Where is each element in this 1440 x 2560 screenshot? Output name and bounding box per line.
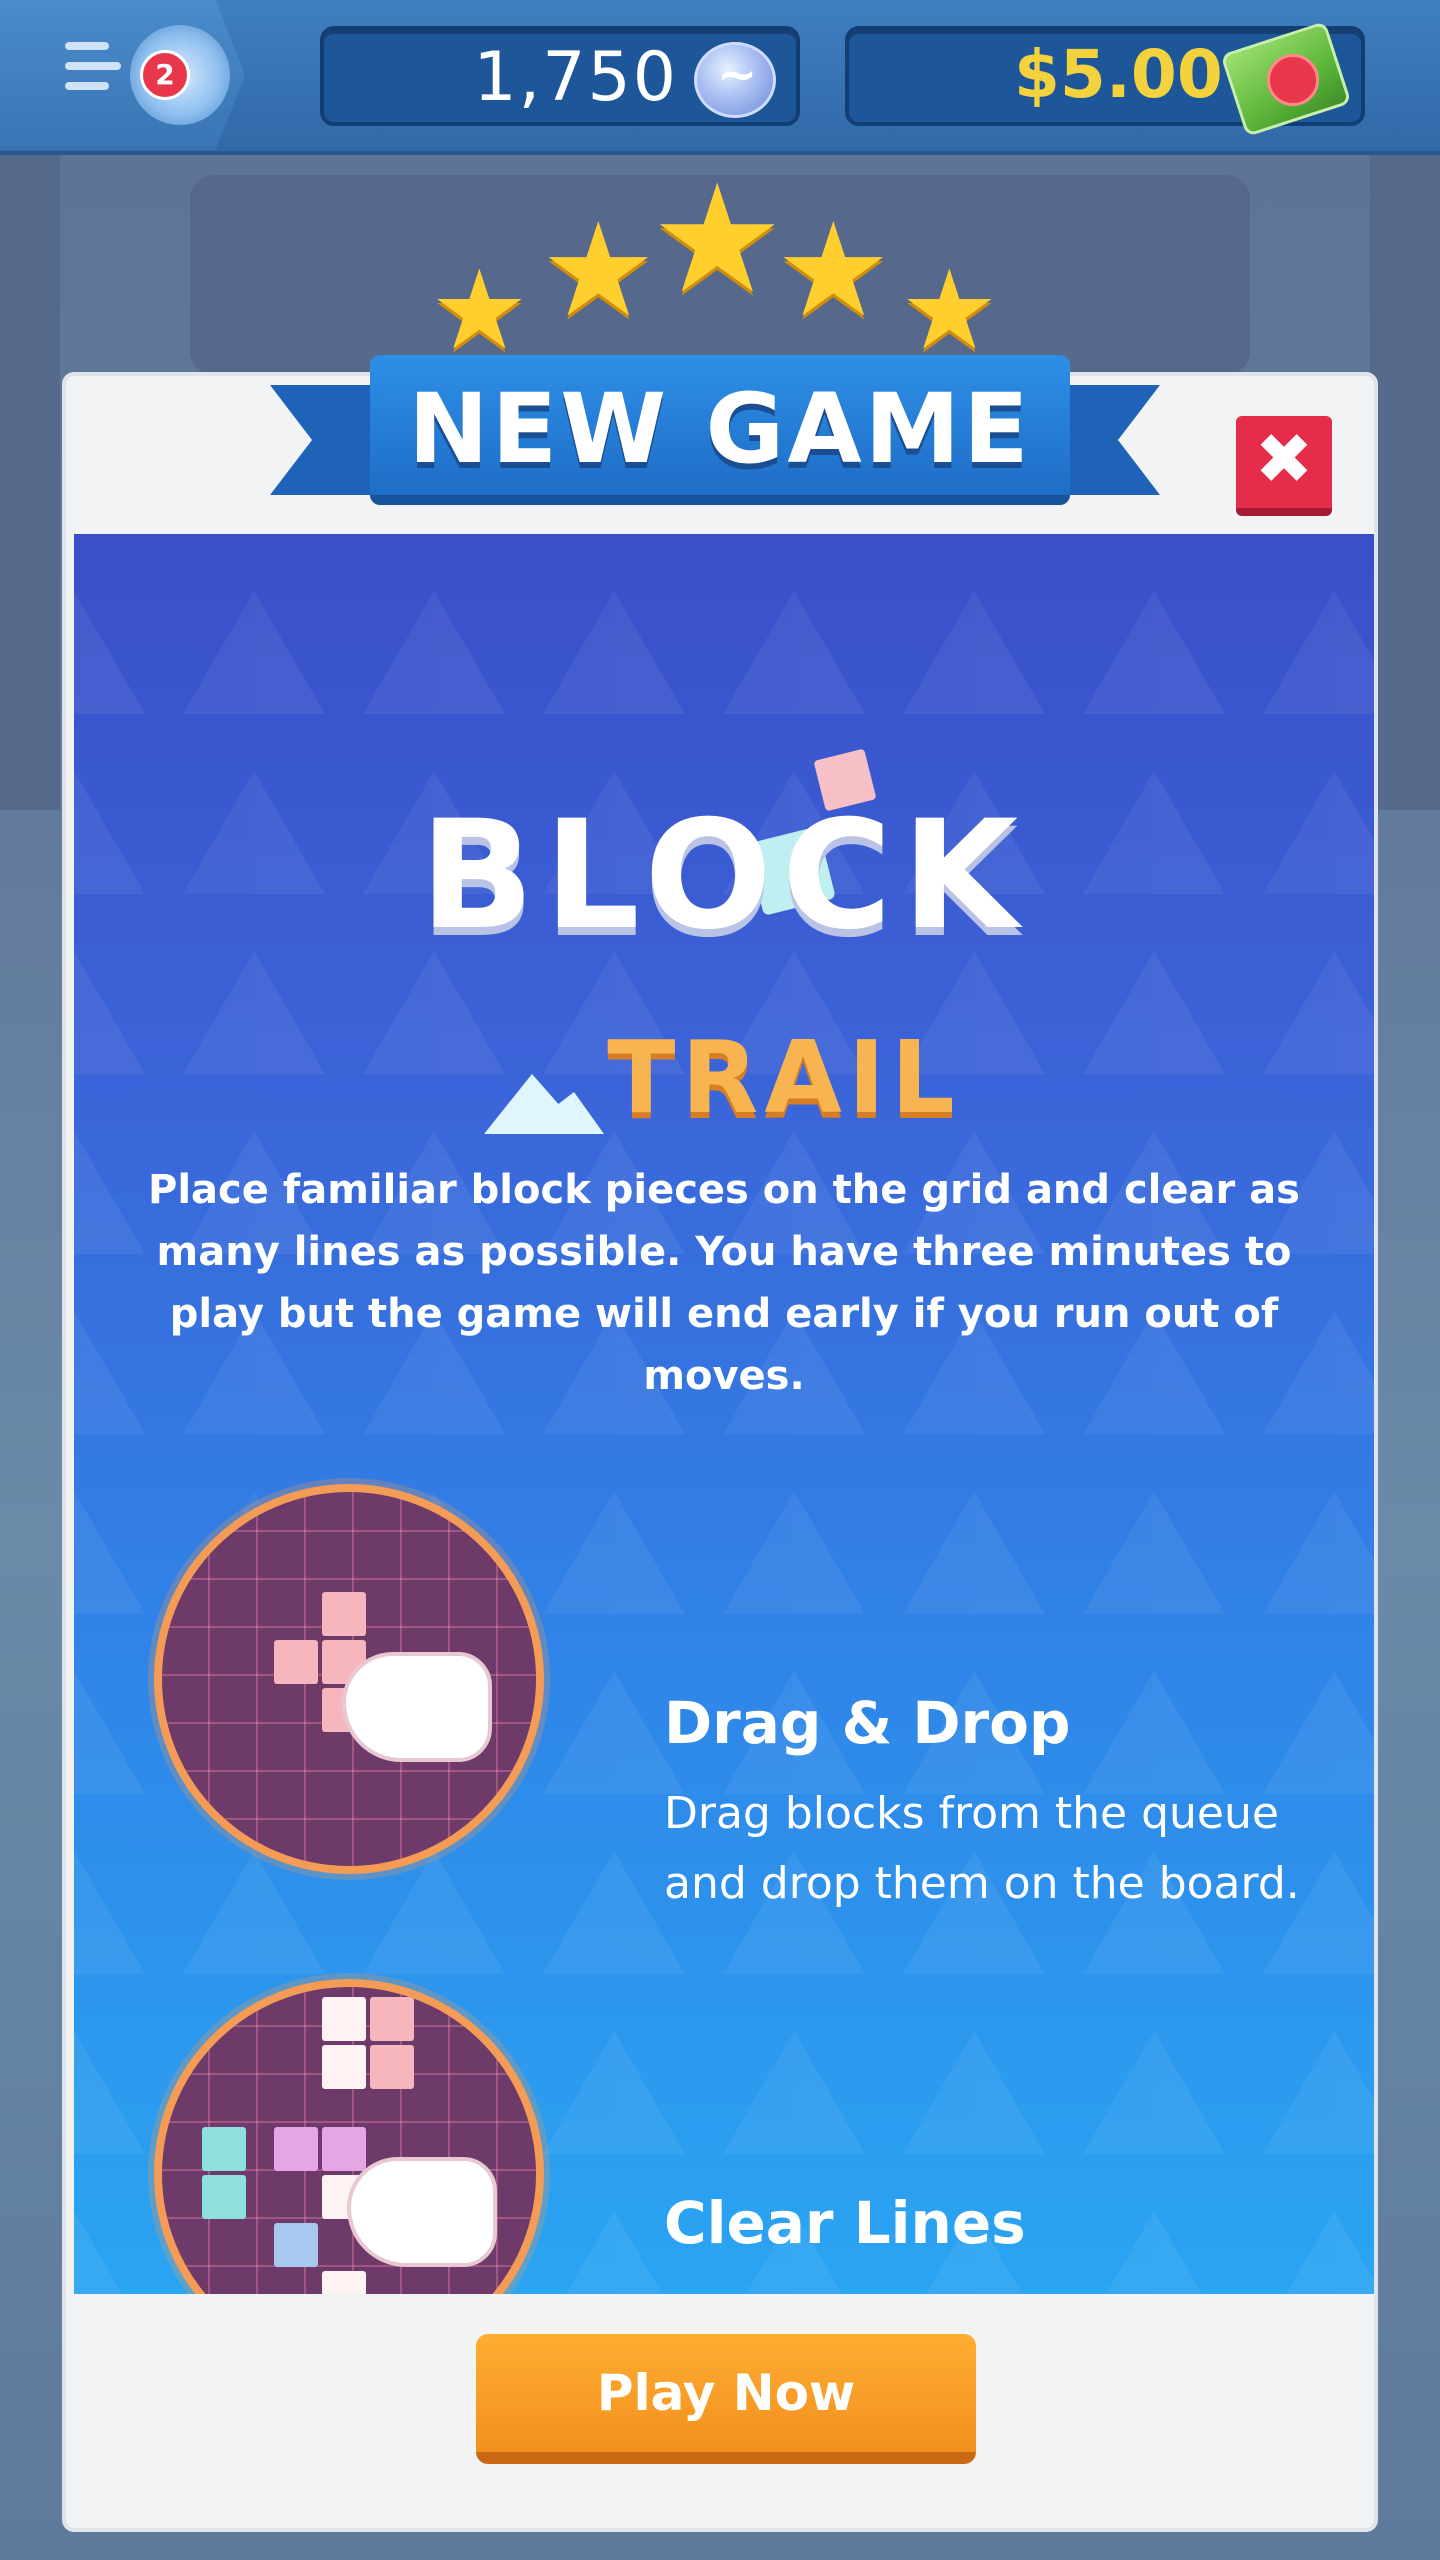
block-tile: [322, 2271, 366, 2294]
cash-balance[interactable]: $5.00: [845, 21, 1365, 137]
hamburger-menu-icon: [65, 42, 125, 102]
block-tile: [370, 2045, 414, 2089]
pointing-hand-icon: [347, 2157, 497, 2267]
feature-desc-drag-drop: Drag blocks from the queue and drop them…: [664, 1788, 1300, 1909]
star-icon: ★: [900, 246, 999, 374]
coin-icon: [694, 42, 776, 118]
cash-alert-dot: [1267, 54, 1319, 106]
game-description: Place familiar block pieces on the grid …: [148, 1167, 1300, 1399]
block-tile: [322, 2045, 366, 2089]
block-tile: [322, 1592, 366, 1636]
block-tile: [274, 2223, 318, 2267]
coins-value: 1,750: [473, 38, 678, 117]
new-game-modal: BLOCK TRAIL Place familiar block pieces …: [62, 372, 1378, 2532]
block-tile: [274, 1640, 318, 1684]
block-tile: [202, 2127, 246, 2171]
logo-trail-text: TRAIL: [607, 1019, 961, 1136]
block-tile: [322, 1997, 366, 2041]
modal-content: BLOCK TRAIL Place familiar block pieces …: [74, 534, 1374, 2294]
block-tile: [370, 1997, 414, 2041]
star-icon: ★: [775, 194, 892, 346]
feature-title-drag-drop: Drag & Drop: [664, 1689, 1071, 1757]
banner-title: NEW GAME: [408, 373, 1032, 485]
play-now-button[interactable]: Play Now: [476, 2334, 976, 2464]
background-panel-left: [0, 150, 60, 810]
background-panel-right: [1370, 150, 1440, 810]
clear-lines-illustration: [154, 1979, 544, 2294]
star-icon: ★: [540, 194, 657, 346]
star-icon: ★: [650, 153, 785, 327]
coins-balance[interactable]: 1,750: [320, 26, 800, 126]
cash-value: $5.00: [1014, 36, 1223, 113]
new-game-banner: NEW GAME: [370, 355, 1070, 505]
menu-button[interactable]: 2: [0, 0, 245, 150]
top-bar: 2 1,750 $5.00: [0, 0, 1440, 155]
block-tile: [202, 2175, 246, 2219]
close-button[interactable]: ✖: [1236, 416, 1332, 516]
pointing-hand-icon: [342, 1652, 492, 1762]
logo-block-text: BLOCK: [419, 789, 1029, 963]
block-tile: [322, 2127, 366, 2171]
notification-badge: 2: [140, 50, 190, 100]
star-icon: ★: [430, 246, 529, 374]
block-tile: [274, 2127, 318, 2171]
feature-title-clear-lines: Clear Lines: [664, 2189, 1026, 2257]
drag-drop-illustration: [154, 1484, 544, 1874]
feature-desc-clear-lines: Fill an entire row or column to clear it…: [664, 2279, 1364, 2294]
